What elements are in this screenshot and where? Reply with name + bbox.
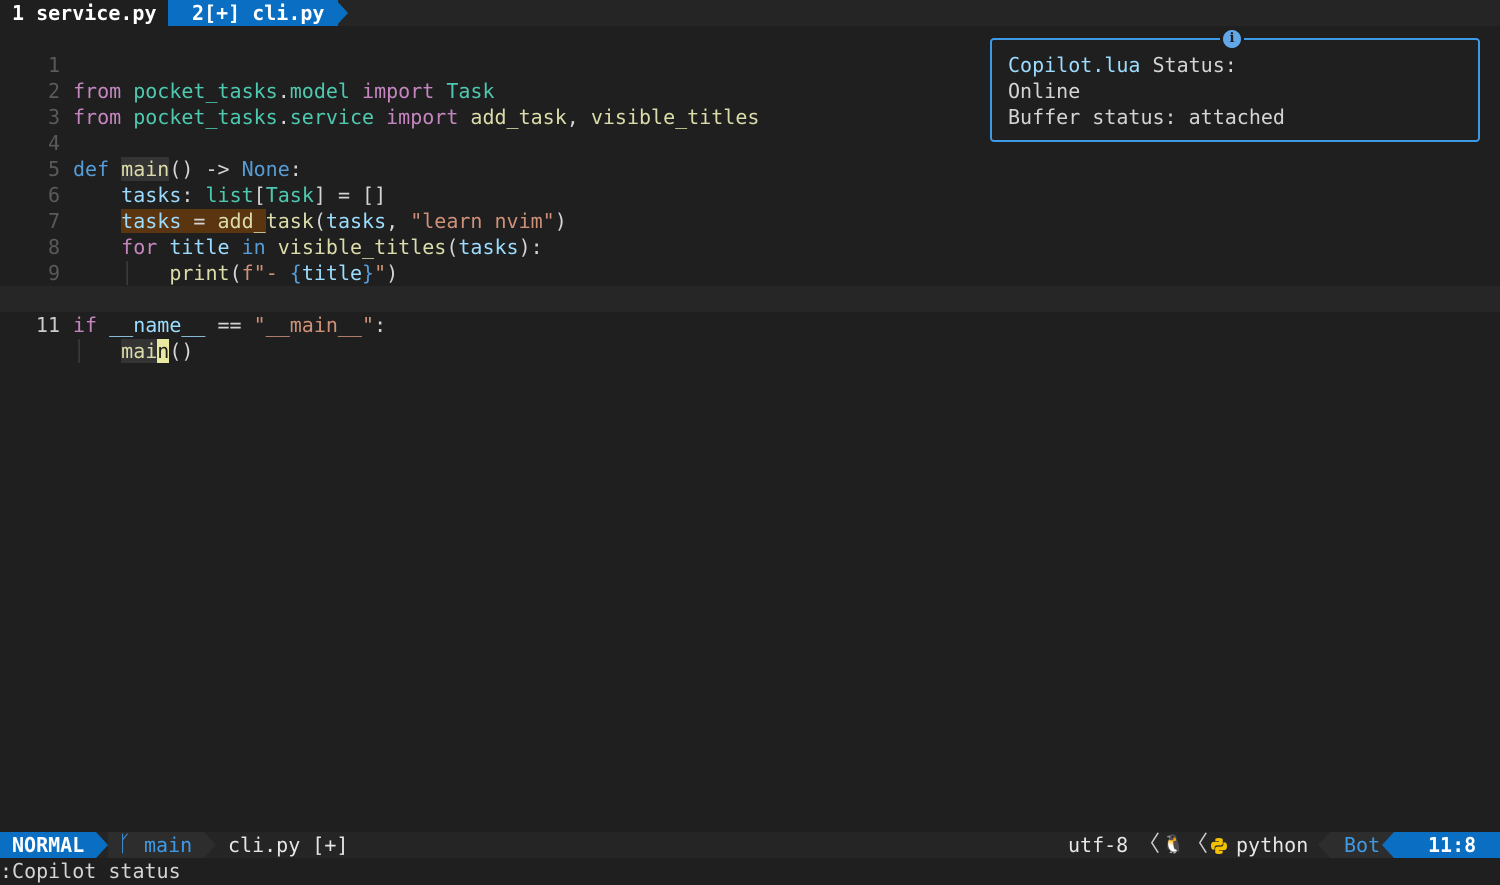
popup-line: Buffer status: attached <box>1008 105 1285 129</box>
code-line[interactable]: 6 tasks = add_task(tasks, "learn nvim") <box>0 156 1500 233</box>
separator: 〈 <box>1186 832 1209 857</box>
popup-line: Online <box>1008 79 1081 103</box>
file-type: python <box>1236 833 1309 857</box>
code-line[interactable]: 8 │ print(f"- {title}") <box>0 208 1500 285</box>
statusline: NORMAL ᚴ main cli.py [+] utf-8 〈 🐧 〈 pyt… <box>0 832 1500 858</box>
tabline: 1 service.py 2[+] cli.py <box>0 0 1500 26</box>
cursor-location: 11:8 <box>1428 833 1477 857</box>
command-line[interactable]: :Copilot status <box>0 858 1500 885</box>
file-name: cli.py [+] <box>228 833 349 857</box>
separator <box>1318 832 1330 858</box>
plugin-name: Copilot.lua <box>1008 53 1141 77</box>
text-cursor: n <box>157 339 170 363</box>
separator <box>204 832 216 858</box>
indent-guide: │ <box>73 339 86 363</box>
separator <box>96 832 108 858</box>
line-number: 11 <box>35 313 60 337</box>
scroll-position: Bot <box>1344 833 1381 857</box>
mode-indicator: NORMAL <box>0 832 96 858</box>
string-literal: "__main__" <box>253 313 375 337</box>
popup-title: i <box>1220 28 1244 50</box>
punctuation: : <box>374 313 387 337</box>
punctuation: == <box>205 313 254 337</box>
python-icon <box>1211 838 1227 854</box>
linux-icon: 🐧 <box>1162 834 1185 855</box>
tab-service-py[interactable]: 1 service.py <box>0 0 169 26</box>
code-line-current[interactable]: 11 │ main() <box>0 286 1500 363</box>
git-branch-icon: ᚴ <box>118 832 132 857</box>
separator: 〈 <box>1138 832 1161 857</box>
separator <box>1382 832 1394 858</box>
variable: __name__ <box>109 313 206 337</box>
tab-cli-py[interactable]: 2[+] cli.py <box>168 0 339 26</box>
file-encoding: utf-8 <box>1068 833 1129 857</box>
code-line[interactable]: 10 if __name__ == "__main__": <box>0 260 1500 337</box>
keyword: if <box>73 313 98 337</box>
code-line[interactable]: 9 <box>0 234 1500 285</box>
info-icon: i <box>1223 30 1241 48</box>
punctuation: () <box>169 339 194 363</box>
git-branch-name: main <box>144 833 193 857</box>
tab-separator <box>336 0 348 26</box>
status-label: Status: <box>1140 53 1237 77</box>
code-line[interactable]: 7 for title in visible_titles(tasks): <box>0 182 1500 259</box>
function-name: mai <box>121 339 158 363</box>
popup-line: Copilot.lua Status: <box>1008 52 1237 78</box>
